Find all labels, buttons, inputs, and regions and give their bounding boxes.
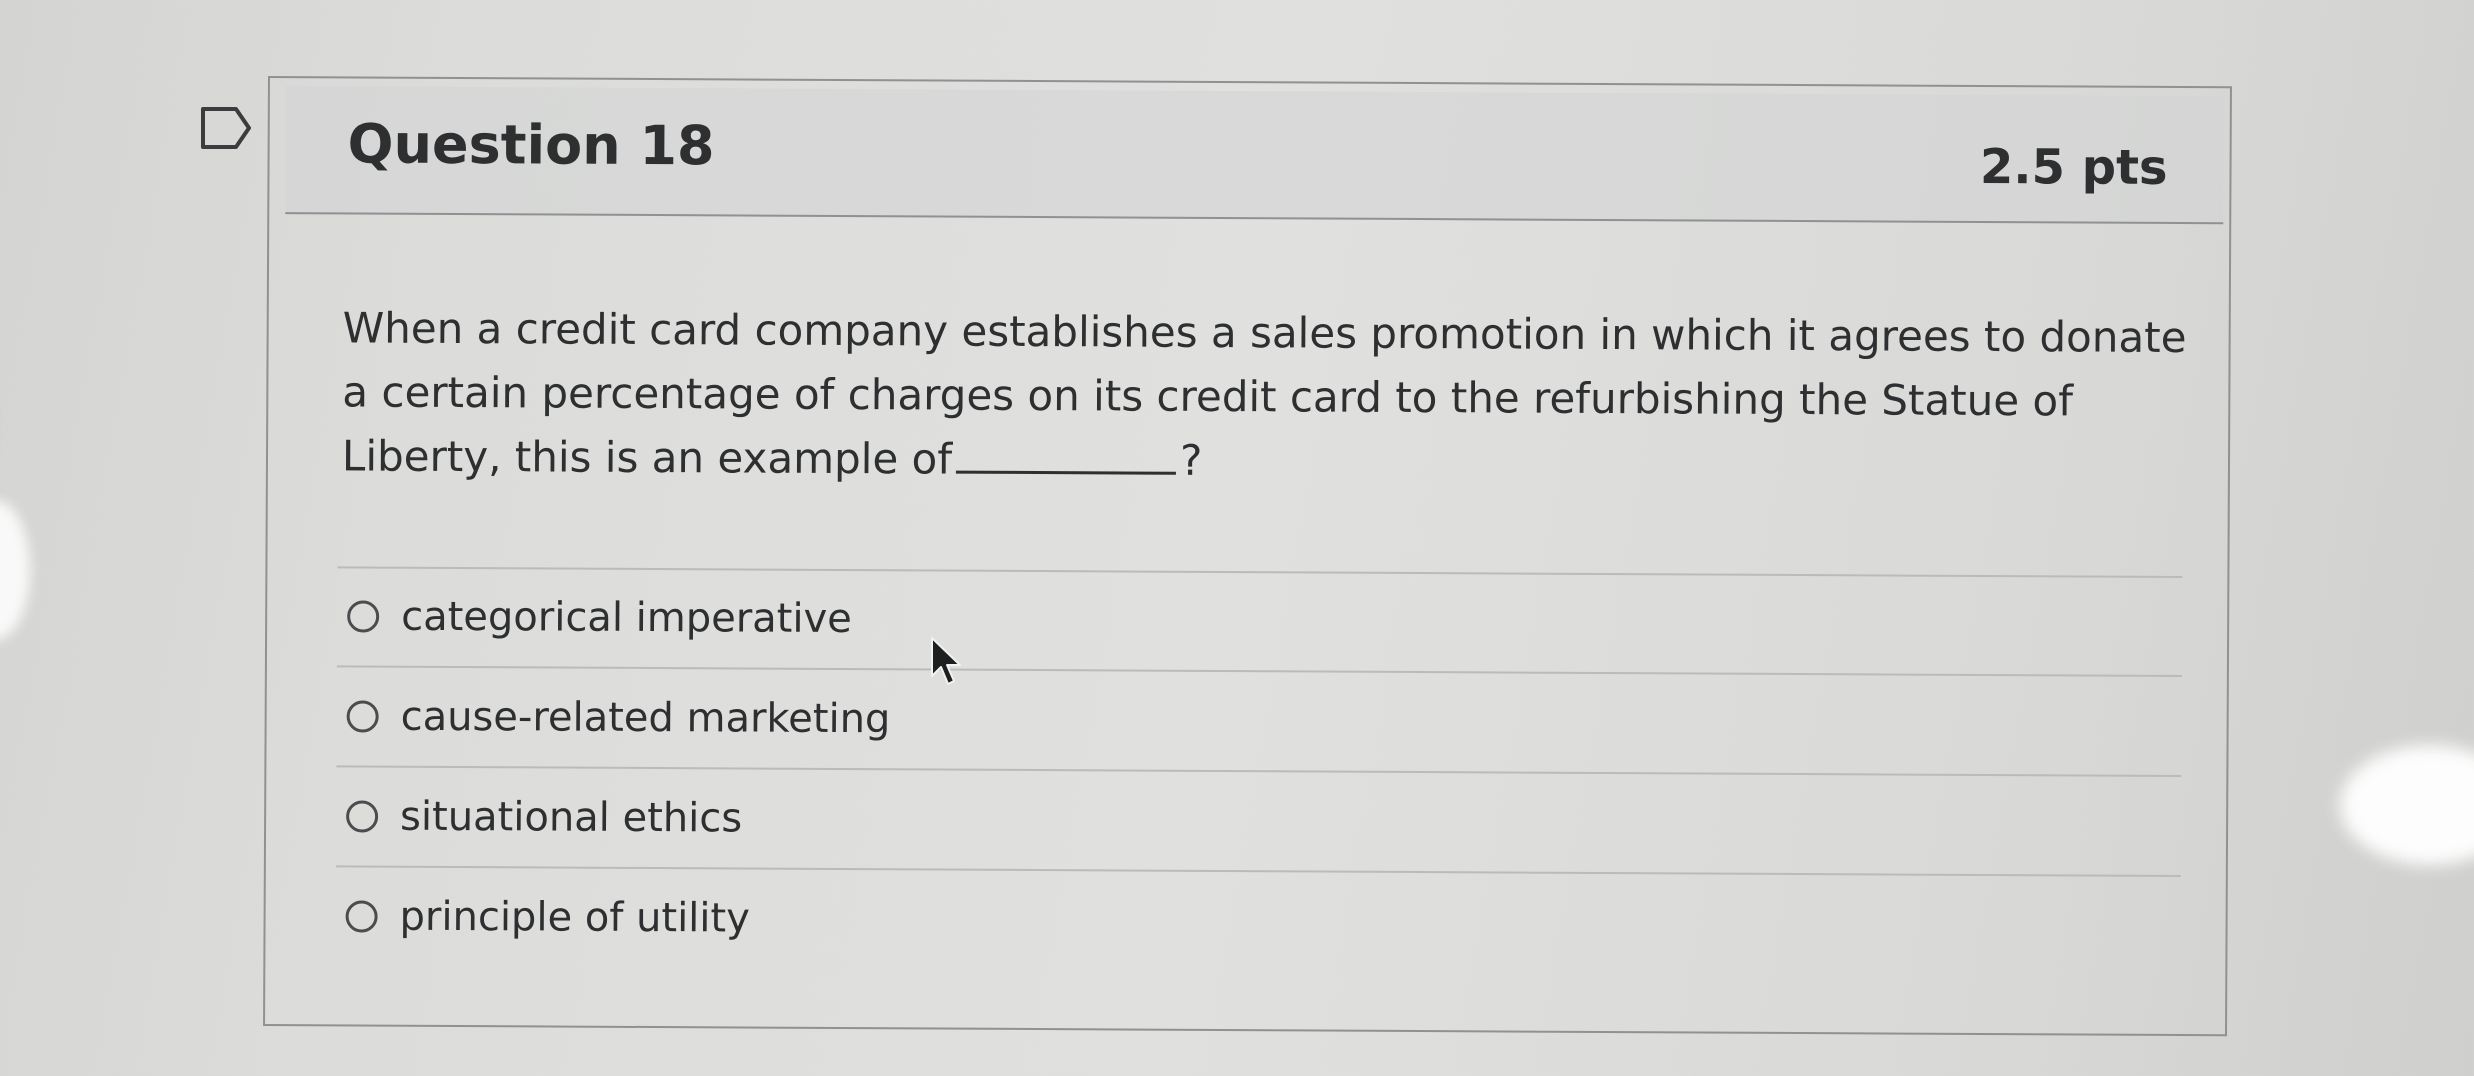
question-card: Question 18 2.5 pts When a credit card c… xyxy=(263,76,2232,1037)
question-text-before-blank: When a credit card company establishes a… xyxy=(341,303,2187,484)
answer-option-label: situational ethics xyxy=(400,793,743,842)
answer-blank xyxy=(956,434,1177,475)
divider xyxy=(335,865,2181,878)
radio-button[interactable] xyxy=(346,800,379,833)
question-title: Question 18 xyxy=(347,112,715,178)
divider xyxy=(337,566,2183,579)
radio-button[interactable] xyxy=(347,600,380,633)
answer-option[interactable]: principle of utility xyxy=(345,886,750,948)
radio-button[interactable] xyxy=(345,900,378,933)
answer-option-label: cause-related marketing xyxy=(400,693,891,743)
answer-option[interactable]: cause-related marketing xyxy=(346,686,891,749)
question-text: When a credit card company establishes a… xyxy=(342,296,2203,498)
flag-question-icon[interactable] xyxy=(200,106,252,150)
question-text-after-blank: ? xyxy=(1179,435,1203,485)
mouse-pointer-icon xyxy=(931,637,961,685)
divider xyxy=(336,765,2182,778)
screen-glare-right xyxy=(2340,745,2474,865)
answer-option-label: principle of utility xyxy=(399,893,750,942)
radio-button[interactable] xyxy=(346,700,379,733)
answer-option[interactable]: categorical imperative xyxy=(347,586,852,649)
question-header: Question 18 2.5 pts xyxy=(285,86,2224,225)
answer-option[interactable]: situational ethics xyxy=(346,786,742,848)
answer-option-label: categorical imperative xyxy=(401,593,852,643)
divider xyxy=(336,665,2182,678)
question-points: 2.5 pts xyxy=(1979,138,2168,196)
screen-glare-left xyxy=(0,500,30,640)
